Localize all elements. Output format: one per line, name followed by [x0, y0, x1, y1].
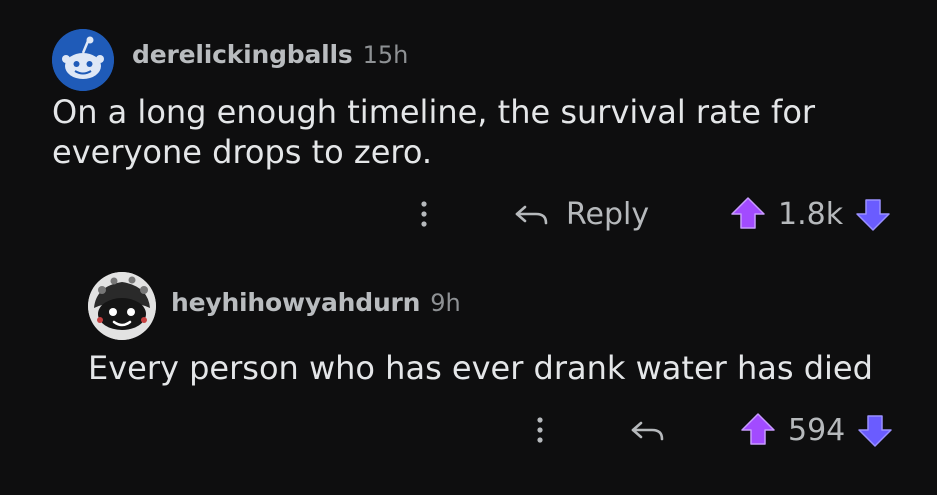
avatar[interactable] [52, 29, 114, 91]
custom-avatar-icon [88, 272, 156, 340]
comment-body-line-1: On a long enough timeline, the survival … [52, 93, 816, 131]
avatar[interactable] [88, 272, 156, 340]
more-options-button[interactable] [528, 410, 552, 450]
comment-meta: heyhihowyahdurn 9h [171, 288, 461, 317]
reply-label: Reply [566, 196, 650, 232]
comment-body-line-2: everyone drops to zero. [52, 133, 433, 171]
comment: heyhihowyahdurn 9h Every person who has … [0, 260, 937, 495]
more-vertical-icon [421, 201, 427, 227]
username[interactable]: heyhihowyahdurn [171, 288, 420, 317]
comment-meta: derelickingballs 15h [132, 40, 408, 69]
reply-arrow-icon [631, 421, 664, 441]
vote-controls: 1.8k [728, 194, 893, 234]
downvote-button[interactable] [853, 194, 893, 234]
vote-score: 1.8k [778, 196, 844, 232]
comment: derelickingballs 15h On a long enough ti… [0, 0, 937, 250]
reply-button[interactable] [628, 410, 682, 450]
comment-age: 9h [430, 289, 461, 317]
snoo-avatar-icon [52, 29, 114, 91]
reply-arrow-icon [515, 205, 548, 225]
reply-button[interactable]: Reply [512, 194, 649, 234]
comment-age: 15h [362, 41, 409, 69]
upvote-arrow-icon [741, 413, 775, 445]
downvote-button[interactable] [855, 410, 895, 450]
vote-score: 594 [788, 412, 846, 448]
downvote-arrow-icon [856, 199, 890, 231]
more-options-button[interactable] [412, 194, 436, 234]
upvote-arrow-icon [731, 197, 765, 229]
upvote-button[interactable] [738, 410, 778, 450]
vote-controls: 594 [738, 410, 895, 450]
more-vertical-icon [537, 417, 543, 443]
comment-body: Every person who has ever drank water ha… [88, 349, 873, 387]
comment-actions: 594 [0, 406, 937, 454]
comment-actions: Reply 1.8k [0, 190, 937, 238]
comment-thread: derelickingballs 15h On a long enough ti… [0, 0, 937, 495]
downvote-arrow-icon [858, 415, 893, 447]
upvote-button[interactable] [728, 194, 768, 234]
comment-body: On a long enough timeline, the survival … [52, 92, 815, 172]
username[interactable]: derelickingballs [132, 40, 353, 69]
